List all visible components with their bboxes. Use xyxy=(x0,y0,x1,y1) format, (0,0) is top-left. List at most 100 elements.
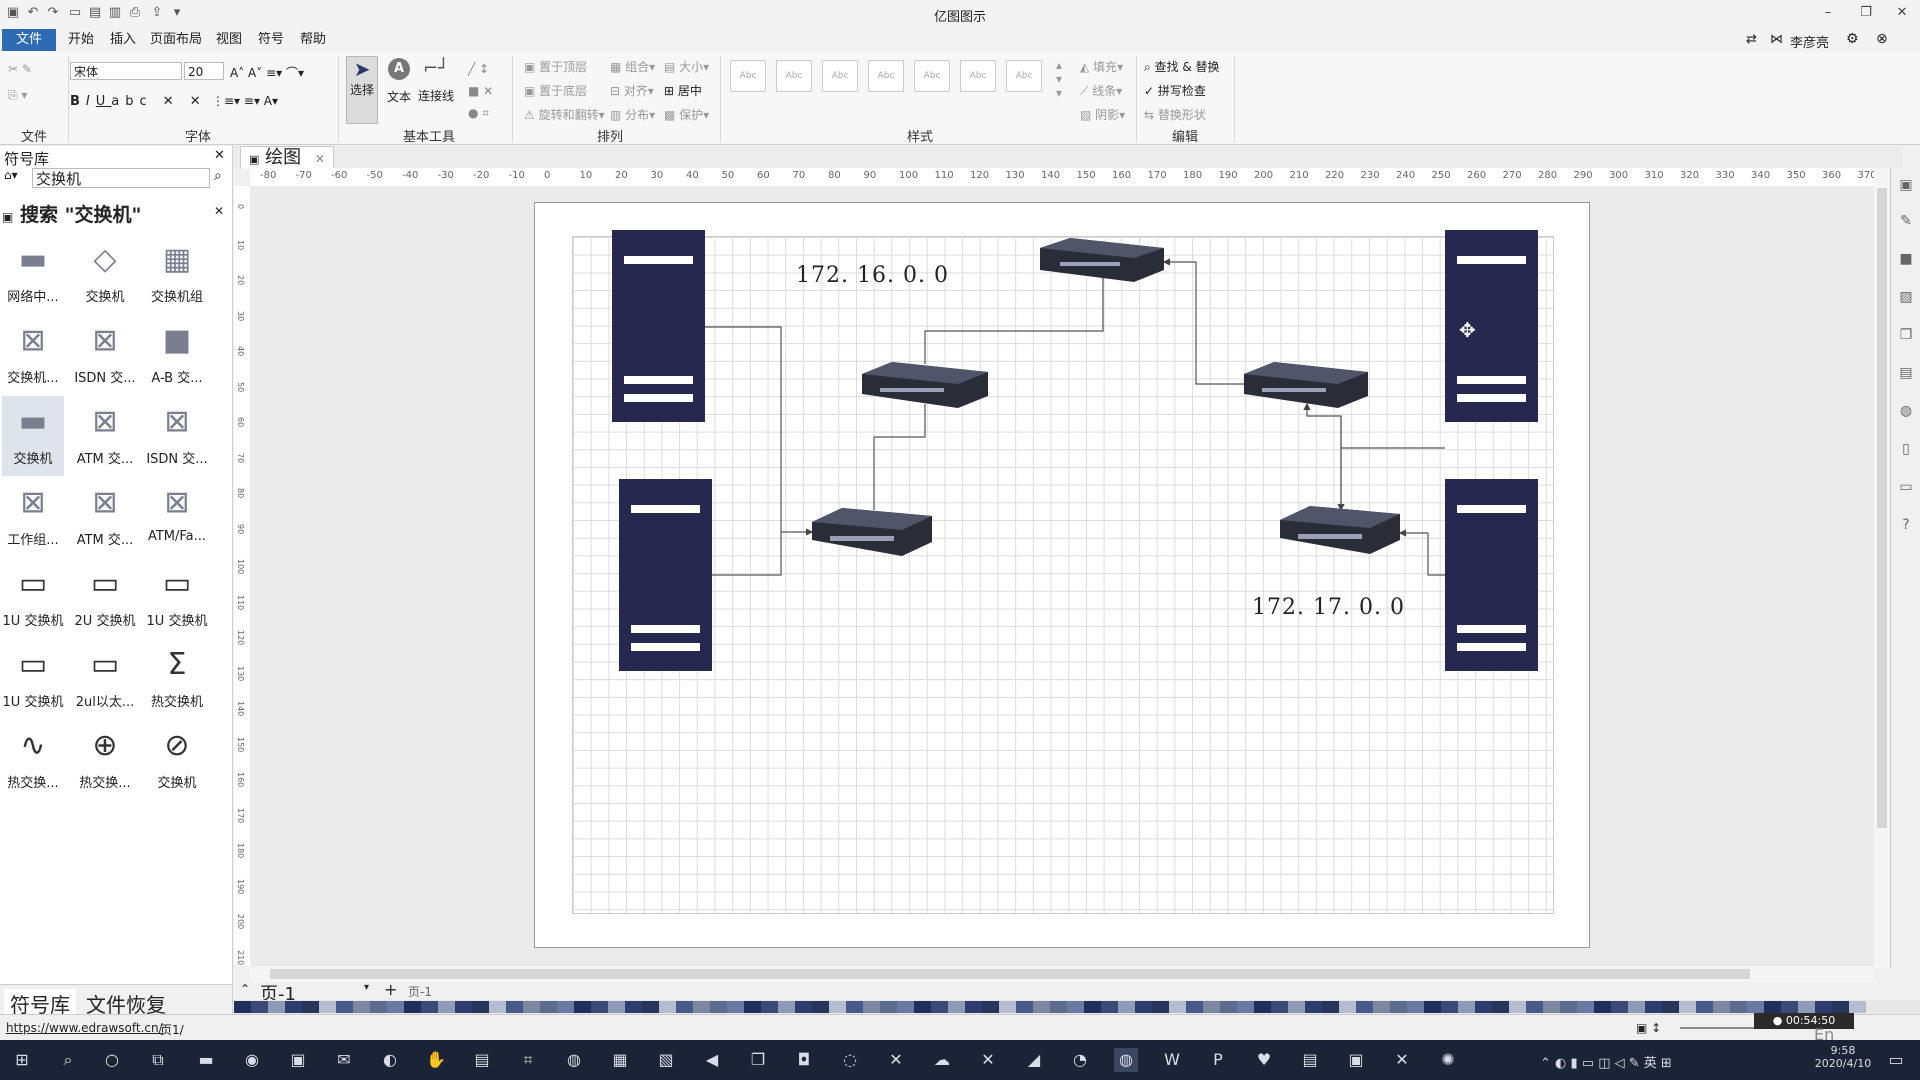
app-icon[interactable]: ⌗ xyxy=(516,1048,540,1072)
app-icon[interactable]: ◢ xyxy=(1022,1048,1046,1072)
fit-page-icon[interactable]: ▣ ↕ xyxy=(1636,1021,1661,1035)
page-icon[interactable]: ▤ xyxy=(1897,364,1915,382)
color-swatch[interactable] xyxy=(523,1001,540,1013)
ip-label[interactable]: 172. 17. 0. 0 xyxy=(1252,595,1405,620)
color-swatch[interactable] xyxy=(1509,1001,1526,1013)
color-palette[interactable] xyxy=(234,1000,1920,1014)
color-swatch[interactable] xyxy=(421,1001,438,1013)
color-swatch[interactable] xyxy=(778,1001,795,1013)
color-swatch[interactable] xyxy=(472,1001,489,1013)
color-swatch[interactable] xyxy=(1288,1001,1305,1013)
color-swatch[interactable] xyxy=(234,1001,251,1013)
mail-icon[interactable]: ✉ xyxy=(332,1048,356,1072)
document-icon[interactable]: ▯ xyxy=(1897,440,1915,458)
notes-icon[interactable]: ▤ xyxy=(1298,1048,1322,1072)
network-switch[interactable] xyxy=(1244,362,1368,408)
vscode-icon[interactable]: ◀ xyxy=(700,1048,724,1072)
excel-icon[interactable]: ✕ xyxy=(976,1048,1000,1072)
color-swatch[interactable] xyxy=(1356,1001,1373,1013)
edraw-icon[interactable]: ✺ xyxy=(1436,1048,1460,1072)
system-tray[interactable]: ⌃ ◐ ▮ ▭ ◫ ◁ ✎ 英 ⊞ xyxy=(1540,1052,1672,1071)
color-swatch[interactable] xyxy=(676,1001,693,1013)
website-link[interactable]: https://www.edrawsoft.cn/ xyxy=(6,1021,163,1035)
color-swatch[interactable] xyxy=(744,1001,761,1013)
color-swatch[interactable] xyxy=(1254,1001,1271,1013)
color-swatch[interactable] xyxy=(1832,1001,1849,1013)
color-swatch[interactable] xyxy=(489,1001,506,1013)
app-icon[interactable]: ♥ xyxy=(1252,1048,1276,1072)
app-icon[interactable]: ▣ xyxy=(1344,1048,1368,1072)
globe-icon[interactable]: ◍ xyxy=(1897,402,1915,420)
app-icon[interactable]: ❐ xyxy=(746,1048,770,1072)
color-swatch[interactable] xyxy=(1169,1001,1186,1013)
app-icon[interactable]: ◐ xyxy=(378,1048,402,1072)
color-swatch[interactable] xyxy=(1050,1001,1067,1013)
color-swatch[interactable] xyxy=(812,1001,829,1013)
color-swatch[interactable] xyxy=(625,1001,642,1013)
color-swatch[interactable] xyxy=(1747,1001,1764,1013)
format-icon[interactable]: ▣ xyxy=(1897,176,1915,194)
zoom-slider[interactable] xyxy=(1680,1027,1760,1029)
color-swatch[interactable] xyxy=(1713,1001,1730,1013)
color-swatch[interactable] xyxy=(1220,1001,1237,1013)
color-swatch[interactable] xyxy=(1560,1001,1577,1013)
color-swatch[interactable] xyxy=(268,1001,285,1013)
color-swatch[interactable] xyxy=(1441,1001,1458,1013)
color-swatch[interactable] xyxy=(506,1001,523,1013)
color-swatch[interactable] xyxy=(914,1001,931,1013)
file-explorer-icon[interactable]: ▬ xyxy=(194,1048,218,1072)
color-swatch[interactable] xyxy=(965,1001,982,1013)
color-swatch[interactable] xyxy=(880,1001,897,1013)
color-swatch[interactable] xyxy=(693,1001,710,1013)
color-swatch[interactable] xyxy=(795,1001,812,1013)
color-swatch[interactable] xyxy=(1849,1001,1866,1013)
layers-icon[interactable]: ❐ xyxy=(1897,326,1915,344)
app-icon[interactable]: ◍ xyxy=(562,1048,586,1072)
color-swatch[interactable] xyxy=(1764,1001,1781,1013)
color-swatch[interactable] xyxy=(1118,1001,1135,1013)
color-swatch[interactable] xyxy=(574,1001,591,1013)
color-swatch[interactable] xyxy=(1730,1001,1747,1013)
color-swatch[interactable] xyxy=(999,1001,1016,1013)
color-swatch[interactable] xyxy=(1475,1001,1492,1013)
color-swatch[interactable] xyxy=(1424,1001,1441,1013)
color-swatch[interactable] xyxy=(1781,1001,1798,1013)
image-icon[interactable]: ▨ xyxy=(1897,288,1915,306)
notification-icon[interactable]: ▭ xyxy=(1884,1048,1908,1072)
color-swatch[interactable] xyxy=(1679,1001,1696,1013)
pycharm-icon[interactable]: ▦ xyxy=(608,1048,632,1072)
horizontal-scrollbar[interactable] xyxy=(250,966,1874,982)
word-icon[interactable]: W xyxy=(1160,1048,1184,1072)
color-swatch[interactable] xyxy=(1543,1001,1560,1013)
color-swatch[interactable] xyxy=(931,1001,948,1013)
app-icon[interactable]: ▤ xyxy=(470,1048,494,1072)
app-icon[interactable]: ✕ xyxy=(884,1048,908,1072)
store-icon[interactable]: ▣ xyxy=(286,1048,310,1072)
color-swatch[interactable] xyxy=(1186,1001,1203,1013)
scroll-thumb[interactable] xyxy=(1877,188,1887,828)
color-swatch[interactable] xyxy=(1033,1001,1050,1013)
color-swatch[interactable] xyxy=(1662,1001,1679,1013)
color-swatch[interactable] xyxy=(761,1001,778,1013)
fill-icon[interactable]: ■ xyxy=(1897,250,1915,268)
color-swatch[interactable] xyxy=(1594,1001,1611,1013)
color-swatch[interactable] xyxy=(319,1001,336,1013)
color-swatch[interactable] xyxy=(302,1001,319,1013)
page-tab[interactable]: 页-1 xyxy=(408,983,432,1000)
vertical-scrollbar[interactable] xyxy=(1874,168,1890,968)
windows-start-icon[interactable]: ⊞ xyxy=(10,1048,34,1072)
page-nav-icon[interactable]: ⌃ xyxy=(240,982,250,996)
app-icon[interactable]: ◌ xyxy=(838,1048,862,1072)
color-swatch[interactable] xyxy=(251,1001,268,1013)
color-swatch[interactable] xyxy=(659,1001,676,1013)
page-dropdown-icon[interactable]: ▾ xyxy=(364,982,369,993)
cortana-icon[interactable]: ○ xyxy=(100,1048,124,1072)
app-icon[interactable]: ☁ xyxy=(930,1048,954,1072)
color-swatch[interactable] xyxy=(897,1001,914,1013)
clock[interactable]: 9:58 2020/4/10 xyxy=(1808,1044,1878,1070)
color-swatch[interactable] xyxy=(1492,1001,1509,1013)
color-swatch[interactable] xyxy=(829,1001,846,1013)
browser-icon[interactable]: ◉ xyxy=(240,1048,264,1072)
color-swatch[interactable] xyxy=(336,1001,353,1013)
scroll-thumb[interactable] xyxy=(270,969,1750,979)
